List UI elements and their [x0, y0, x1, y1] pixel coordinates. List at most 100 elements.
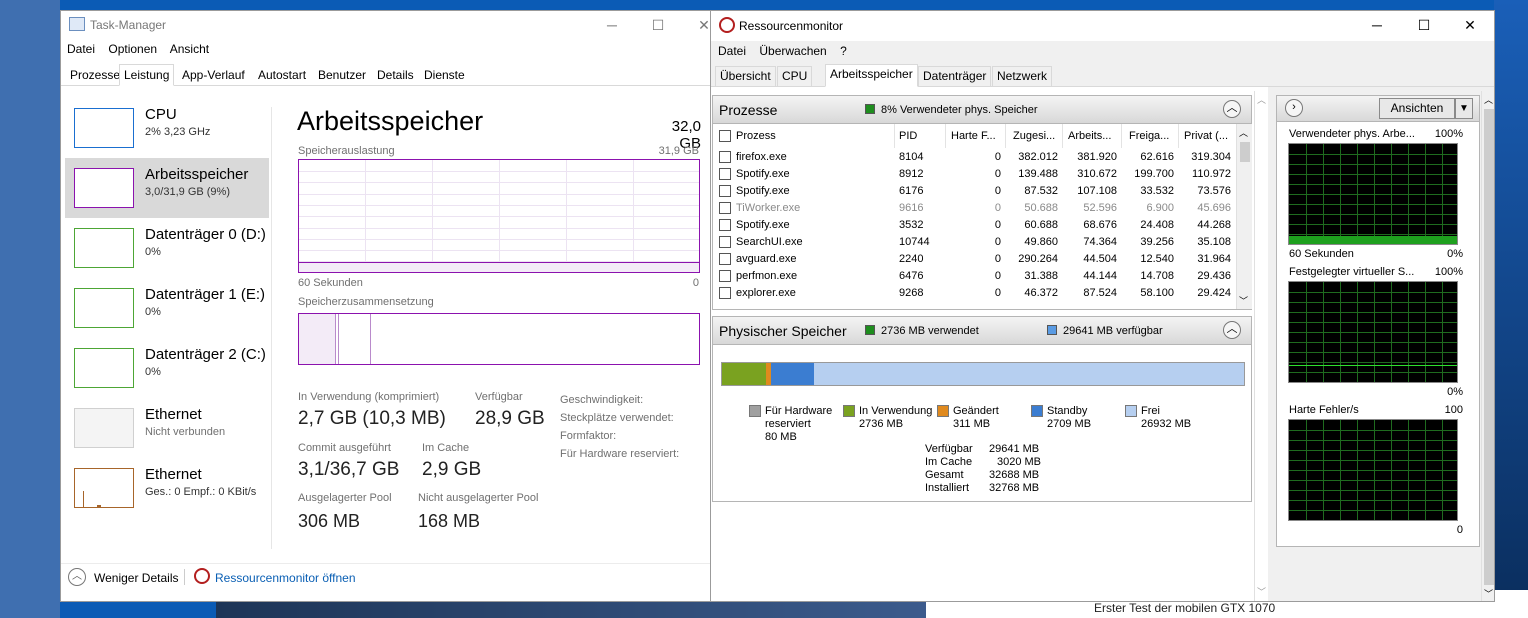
- stat-cache-label: Im Cache: [422, 442, 470, 454]
- sidebar-item-cpu[interactable]: CPU 2% 3,23 GHz: [65, 98, 269, 158]
- menu-ueberwachen[interactable]: Überwachen: [759, 44, 826, 58]
- graphs-panel: › Ansichten ▼ Verwendeter phys. Arbe... 1…: [1276, 95, 1480, 547]
- table-row[interactable]: TiWorker.exe 9616 0 50.688 52.596 6.900 45.696: [713, 200, 1237, 217]
- resource-monitor-icon[interactable]: [194, 568, 210, 584]
- row-checkbox[interactable]: [719, 185, 731, 197]
- tab-dienste[interactable]: Dienste: [419, 64, 470, 86]
- sidebar-item-ethernet1[interactable]: Ethernet Nicht verbunden: [65, 398, 269, 458]
- tab-prozesse[interactable]: Prozesse: [65, 64, 125, 86]
- maximize-button[interactable]: ☐: [1401, 11, 1447, 39]
- page-title: Arbeitsspeicher: [297, 106, 484, 136]
- menu-ansicht[interactable]: Ansicht: [170, 42, 209, 56]
- chevron-up-icon[interactable]: ︿: [68, 568, 86, 586]
- sidebar-item-ethernet2[interactable]: Ethernet Ges.: 0 Empf.: 0 KBit/s: [65, 458, 269, 518]
- table-row[interactable]: Spotify.exe 3532 0 60.688 68.676 24.408 44.268: [713, 217, 1237, 234]
- scroll-down-icon[interactable]: ﹀: [1239, 294, 1248, 307]
- sidebar-item-memory[interactable]: Arbeitsspeicher 3,0/31,9 GB (9%): [65, 158, 269, 218]
- menu-datei[interactable]: Datei: [718, 44, 746, 58]
- open-resource-monitor-link[interactable]: Ressourcenmonitor öffnen: [215, 571, 356, 585]
- tab-arbeitsspeicher[interactable]: Arbeitsspeicher: [825, 64, 918, 87]
- table-row[interactable]: SearchUI.exe 10744 0 49.860 74.364 39.256 35.1…: [713, 234, 1237, 251]
- summary-key: Installiert: [925, 482, 970, 494]
- table-cell: 6476: [899, 270, 924, 282]
- menu-help[interactable]: ?: [840, 44, 847, 58]
- table-row[interactable]: Spotify.exe 8912 0 139.488 310.672 199.700 110…: [713, 166, 1237, 183]
- table-row[interactable]: Spotify.exe 6176 0 87.532 107.108 33.532 73.57…: [713, 183, 1237, 200]
- col-header-shareable[interactable]: Freiga...: [1129, 130, 1169, 142]
- tab-datentraeger[interactable]: Datenträger: [918, 66, 992, 87]
- fewer-details-link[interactable]: Weniger Details: [94, 571, 178, 585]
- title-bar[interactable]: Ressourcenmonitor ─ ☐ ✕: [711, 11, 1494, 41]
- col-header-private[interactable]: Privat (...: [1184, 130, 1228, 142]
- table-cell: TiWorker.exe: [736, 202, 801, 214]
- row-checkbox[interactable]: [719, 270, 731, 282]
- table-cell: 310.672: [1077, 168, 1117, 180]
- background-website-headline[interactable]: Erster Test der mobilen GTX 1070: [1094, 601, 1275, 615]
- row-checkbox[interactable]: [719, 168, 731, 180]
- col-header-commit[interactable]: Zugesi...: [1013, 130, 1055, 142]
- main-scrollbar[interactable]: ︿ ﹀: [1254, 91, 1268, 601]
- table-row[interactable]: explorer.exe 9268 0 46.372 87.524 58.100 29.42…: [713, 285, 1237, 302]
- row-checkbox[interactable]: [719, 219, 731, 231]
- tab-leistung[interactable]: Leistung: [119, 64, 175, 86]
- sidebar-item-disk2[interactable]: Datenträger 2 (C:) 0%: [65, 338, 269, 398]
- minimize-button[interactable]: ─: [1354, 11, 1400, 39]
- scroll-up-icon[interactable]: ︿: [1257, 93, 1266, 106]
- title-bar[interactable]: Task-Manager ─ ☐ ✕: [61, 11, 711, 39]
- row-checkbox[interactable]: [719, 202, 731, 214]
- graphs-scrollbar[interactable]: ︿ ﹀: [1481, 91, 1494, 601]
- row-checkbox[interactable]: [719, 253, 731, 265]
- tab-app-verlauf[interactable]: App-Verlauf: [177, 64, 250, 86]
- row-checkbox[interactable]: [719, 287, 731, 299]
- processes-header[interactable]: Prozesse 8% Verwendeter phys. Speicher ︿: [713, 96, 1251, 124]
- close-button[interactable]: ✕: [1447, 11, 1493, 39]
- tab-autostart[interactable]: Autostart: [253, 64, 311, 86]
- table-cell: 382.012: [1018, 151, 1058, 163]
- menu-optionen[interactable]: Optionen: [108, 42, 157, 56]
- tab-details[interactable]: Details: [372, 64, 419, 86]
- collapse-physical-button[interactable]: ︿: [1223, 321, 1241, 339]
- tab-benutzer[interactable]: Benutzer: [313, 64, 371, 86]
- minimize-button[interactable]: ─: [589, 11, 635, 39]
- scroll-down-icon[interactable]: ﹀: [1257, 585, 1266, 598]
- scroll-thumb[interactable]: [1240, 142, 1250, 162]
- col-header-pid[interactable]: PID: [899, 130, 917, 142]
- sidebar-item-name: Datenträger 2 (C:): [145, 346, 266, 363]
- scroll-up-icon[interactable]: ︿: [1239, 126, 1248, 139]
- sidebar-item-disk1[interactable]: Datenträger 1 (E:) 0%: [65, 278, 269, 338]
- views-button[interactable]: Ansichten: [1379, 98, 1455, 119]
- row-checkbox[interactable]: [719, 151, 731, 163]
- processes-scrollbar[interactable]: ︿ ﹀: [1236, 124, 1252, 309]
- stat-paged-pool-label: Ausgelagerter Pool: [298, 492, 392, 504]
- tab-uebersicht[interactable]: Übersicht: [715, 66, 776, 87]
- select-all-checkbox[interactable]: [719, 130, 731, 142]
- scroll-thumb[interactable]: [1484, 109, 1494, 585]
- scroll-up-icon[interactable]: ︿: [1484, 93, 1493, 106]
- sidebar-item-name: Ethernet: [145, 406, 202, 423]
- tab-cpu[interactable]: CPU: [777, 66, 813, 87]
- legend-item: Für Hardware reserviert 80 MB: [765, 405, 855, 444]
- col-header-hard-faults[interactable]: Harte F...: [951, 130, 996, 142]
- physical-memory-header[interactable]: Physischer Speicher 2736 MB verwendet 29…: [713, 317, 1251, 345]
- col-header-process[interactable]: Prozess: [736, 130, 776, 142]
- row-checkbox[interactable]: [719, 236, 731, 248]
- collapse-processes-button[interactable]: ︿: [1223, 100, 1241, 118]
- table-cell: 0: [994, 287, 1001, 299]
- collapse-graphs-button[interactable]: ›: [1285, 99, 1303, 117]
- memory-composition-bar[interactable]: [298, 313, 700, 365]
- table-row[interactable]: perfmon.exe 6476 0 31.388 44.144 14.708 29.436: [713, 268, 1237, 285]
- graph-max: 100: [1444, 404, 1463, 416]
- maximize-button[interactable]: ☐: [635, 11, 681, 39]
- tab-strip: Prozesse Leistung App-Verlauf Autostart …: [61, 64, 711, 86]
- table-row[interactable]: avguard.exe 2240 0 290.264 44.504 12.540 31.96…: [713, 251, 1237, 268]
- table-cell: 8104: [899, 151, 924, 163]
- close-button[interactable]: ✕: [681, 11, 711, 39]
- scroll-down-icon[interactable]: ﹀: [1484, 587, 1493, 600]
- table-row[interactable]: firefox.exe 8104 0 382.012 381.920 62.616 319.…: [713, 149, 1237, 166]
- table-cell: 68.676: [1083, 219, 1117, 231]
- views-dropdown-icon[interactable]: ▼: [1455, 98, 1473, 119]
- col-header-working-set[interactable]: Arbeits...: [1068, 130, 1111, 142]
- tab-netzwerk[interactable]: Netzwerk: [992, 66, 1053, 87]
- menu-datei[interactable]: Datei: [67, 42, 95, 56]
- sidebar-item-disk0[interactable]: Datenträger 0 (D:) 0%: [65, 218, 269, 278]
